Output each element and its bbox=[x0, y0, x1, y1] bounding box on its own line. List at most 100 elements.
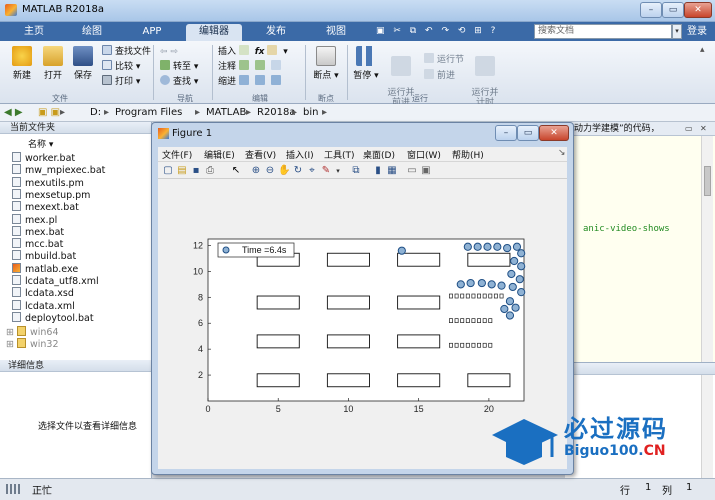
figure-close-button[interactable]: ✕ bbox=[539, 125, 569, 141]
new-button[interactable]: 新建 bbox=[6, 46, 38, 81]
tab-editor[interactable]: 编辑器 bbox=[186, 24, 242, 41]
data-cursor-icon[interactable]: ⌖ bbox=[306, 165, 318, 177]
breadcrumb-2[interactable]: MATLAB bbox=[206, 107, 246, 118]
code-comment-line[interactable]: anic-video-shows bbox=[583, 224, 670, 234]
link-plot-icon[interactable]: ⧉ bbox=[350, 165, 362, 177]
breadcrumb-3[interactable]: R2018a bbox=[257, 107, 296, 118]
editor-maximize-icon[interactable]: ▭ bbox=[685, 124, 694, 133]
menu-view[interactable]: 查看(V) bbox=[245, 148, 276, 161]
back-forward-icon[interactable]: ◀ ▶ bbox=[4, 107, 23, 118]
breadcrumb-4[interactable]: bin bbox=[303, 107, 318, 118]
save-button[interactable]: 保存 bbox=[68, 46, 98, 81]
print-figure-icon[interactable]: ⎙ bbox=[204, 165, 216, 177]
brush-dropdown-icon[interactable]: ▾ bbox=[332, 165, 344, 177]
tab-publish[interactable]: 发布 bbox=[252, 24, 300, 41]
menu-file[interactable]: 文件(F) bbox=[162, 148, 192, 161]
menu-edit[interactable]: 编辑(E) bbox=[204, 148, 235, 161]
indent-button[interactable]: 缩进 bbox=[218, 75, 284, 89]
axes-box bbox=[207, 238, 525, 402]
list-item[interactable]: deploytool.bat bbox=[12, 311, 94, 324]
find-button[interactable]: 查找 ▾ bbox=[160, 75, 198, 89]
close-button[interactable]: ✕ bbox=[684, 2, 712, 18]
tab-plots[interactable]: 绘图 bbox=[68, 24, 116, 41]
edit-plot-icon[interactable]: ↖ bbox=[230, 165, 242, 177]
command-window-scrollbar[interactable] bbox=[701, 375, 713, 479]
list-item[interactable]: mexext.bat bbox=[12, 201, 79, 213]
nav-back-button[interactable]: ⇦ ⇨ bbox=[160, 45, 178, 59]
show-plot-tools-icon[interactable]: ▣ bbox=[420, 165, 432, 177]
menu-dock-icon[interactable]: ↘ bbox=[558, 148, 566, 158]
breakpoints-button[interactable]: 断点 ▾ bbox=[310, 46, 342, 81]
menu-help[interactable]: 帮助(H) bbox=[452, 148, 484, 161]
find-files-button[interactable]: 查找文件 bbox=[102, 45, 151, 59]
list-item[interactable]: lcdata.xml bbox=[12, 299, 75, 312]
maximize-button[interactable]: ▭ bbox=[662, 2, 684, 18]
list-item[interactable]: lcdata_utf8.xml bbox=[12, 275, 99, 287]
bat-file-icon bbox=[12, 225, 21, 236]
advance-button[interactable]: 前进 bbox=[424, 69, 455, 83]
rotate-3d-icon[interactable]: ↻ bbox=[292, 165, 304, 177]
browse-icon[interactable]: ▸ bbox=[60, 107, 65, 118]
breadcrumb-0[interactable]: D: bbox=[90, 107, 101, 118]
ribbon-collapse-icon[interactable]: ▴ bbox=[700, 45, 705, 55]
figure-maximize-button[interactable]: ▭ bbox=[517, 125, 539, 141]
scroll-thumb[interactable] bbox=[704, 166, 711, 196]
menu-tools[interactable]: 工具(T) bbox=[324, 148, 355, 161]
insert-colorbar-icon[interactable]: ▮ bbox=[372, 165, 384, 177]
breadcrumb-1[interactable]: Program Files bbox=[115, 107, 182, 118]
col-label: 列 bbox=[662, 486, 672, 497]
list-item[interactable]: mbuild.bat bbox=[12, 250, 76, 262]
save-figure-icon[interactable]: ▪ bbox=[190, 165, 202, 177]
goto-button[interactable]: 转至 ▾ bbox=[160, 60, 198, 74]
y-tick-label: 12 bbox=[193, 240, 203, 250]
tab-apps[interactable]: APP bbox=[128, 24, 176, 41]
new-figure-icon[interactable]: ▢ bbox=[162, 165, 174, 177]
run-section-button[interactable]: 运行节 bbox=[424, 53, 464, 67]
menu-desktop[interactable]: 桌面(D) bbox=[363, 148, 395, 161]
comment-button[interactable]: 注释 bbox=[218, 60, 284, 74]
list-item[interactable]: lcdata.xsd bbox=[12, 287, 74, 299]
list-item[interactable]: mexsetup.pm bbox=[12, 188, 90, 201]
list-item[interactable]: matlab.exe bbox=[12, 262, 78, 275]
tab-home[interactable]: 主页 bbox=[10, 24, 58, 41]
list-item[interactable]: mw_mpiexec.bat bbox=[12, 164, 105, 176]
list-item[interactable]: mex.pl bbox=[12, 213, 57, 226]
compare-button[interactable]: 比较 ▾ bbox=[102, 60, 140, 74]
folder-item[interactable]: ⊞ win64 bbox=[6, 326, 59, 338]
hide-plot-tools-icon[interactable]: ▭ bbox=[406, 165, 418, 177]
name-column-header[interactable]: 名称 ▾ bbox=[28, 137, 53, 150]
details-header: 详细信息 bbox=[0, 360, 151, 372]
insert-legend-icon[interactable]: ▦ bbox=[386, 165, 398, 177]
goto-icon bbox=[160, 60, 170, 70]
figure-minimize-button[interactable]: – bbox=[495, 125, 517, 141]
tab-view[interactable]: 视图 bbox=[312, 24, 360, 41]
insert-button[interactable]: 插入 fx ▾ bbox=[218, 45, 288, 59]
editor-close-icon[interactable]: ✕ bbox=[700, 124, 709, 133]
open-file-icon[interactable]: ▤ bbox=[176, 165, 188, 177]
queue-point bbox=[454, 342, 459, 348]
zoom-out-icon[interactable]: ⊖ bbox=[264, 165, 276, 177]
open-button[interactable]: 打开 bbox=[38, 46, 68, 81]
search-input[interactable]: 搜索文档 bbox=[534, 24, 672, 39]
list-item[interactable]: worker.bat bbox=[12, 152, 75, 164]
editor-scrollbar[interactable] bbox=[701, 136, 713, 362]
run-time-button[interactable]: 运行并 计时 bbox=[468, 46, 502, 108]
folder-up-icon[interactable]: ▣ ▣ bbox=[38, 107, 60, 118]
quick-access-toolbar[interactable]: ▣ ✂ ⧉ ↶ ↷ ⟲ ⊞ ? bbox=[376, 26, 526, 37]
search-dropdown-icon[interactable]: ▾ bbox=[672, 24, 682, 39]
menu-window[interactable]: 窗口(W) bbox=[407, 148, 441, 161]
folder-item[interactable]: ⊞ win32 bbox=[6, 338, 59, 350]
brush-icon[interactable]: ✎ bbox=[320, 165, 332, 177]
login-button[interactable]: 登录 bbox=[682, 24, 712, 39]
pause-button[interactable]: 暂停 ▾ bbox=[350, 46, 382, 81]
menu-insert[interactable]: 插入(I) bbox=[286, 148, 314, 161]
list-item[interactable]: mcc.bat bbox=[12, 238, 63, 250]
pedestrian-point bbox=[517, 262, 526, 271]
zoom-in-icon[interactable]: ⊕ bbox=[250, 165, 262, 177]
list-item[interactable]: mex.bat bbox=[12, 225, 64, 238]
pedestrian-point bbox=[517, 288, 526, 297]
list-item[interactable]: mexutils.pm bbox=[12, 176, 84, 189]
print-button[interactable]: 打印 ▾ bbox=[102, 75, 140, 89]
pan-icon[interactable]: ✋ bbox=[278, 165, 290, 177]
minimize-button[interactable]: – bbox=[640, 2, 662, 18]
